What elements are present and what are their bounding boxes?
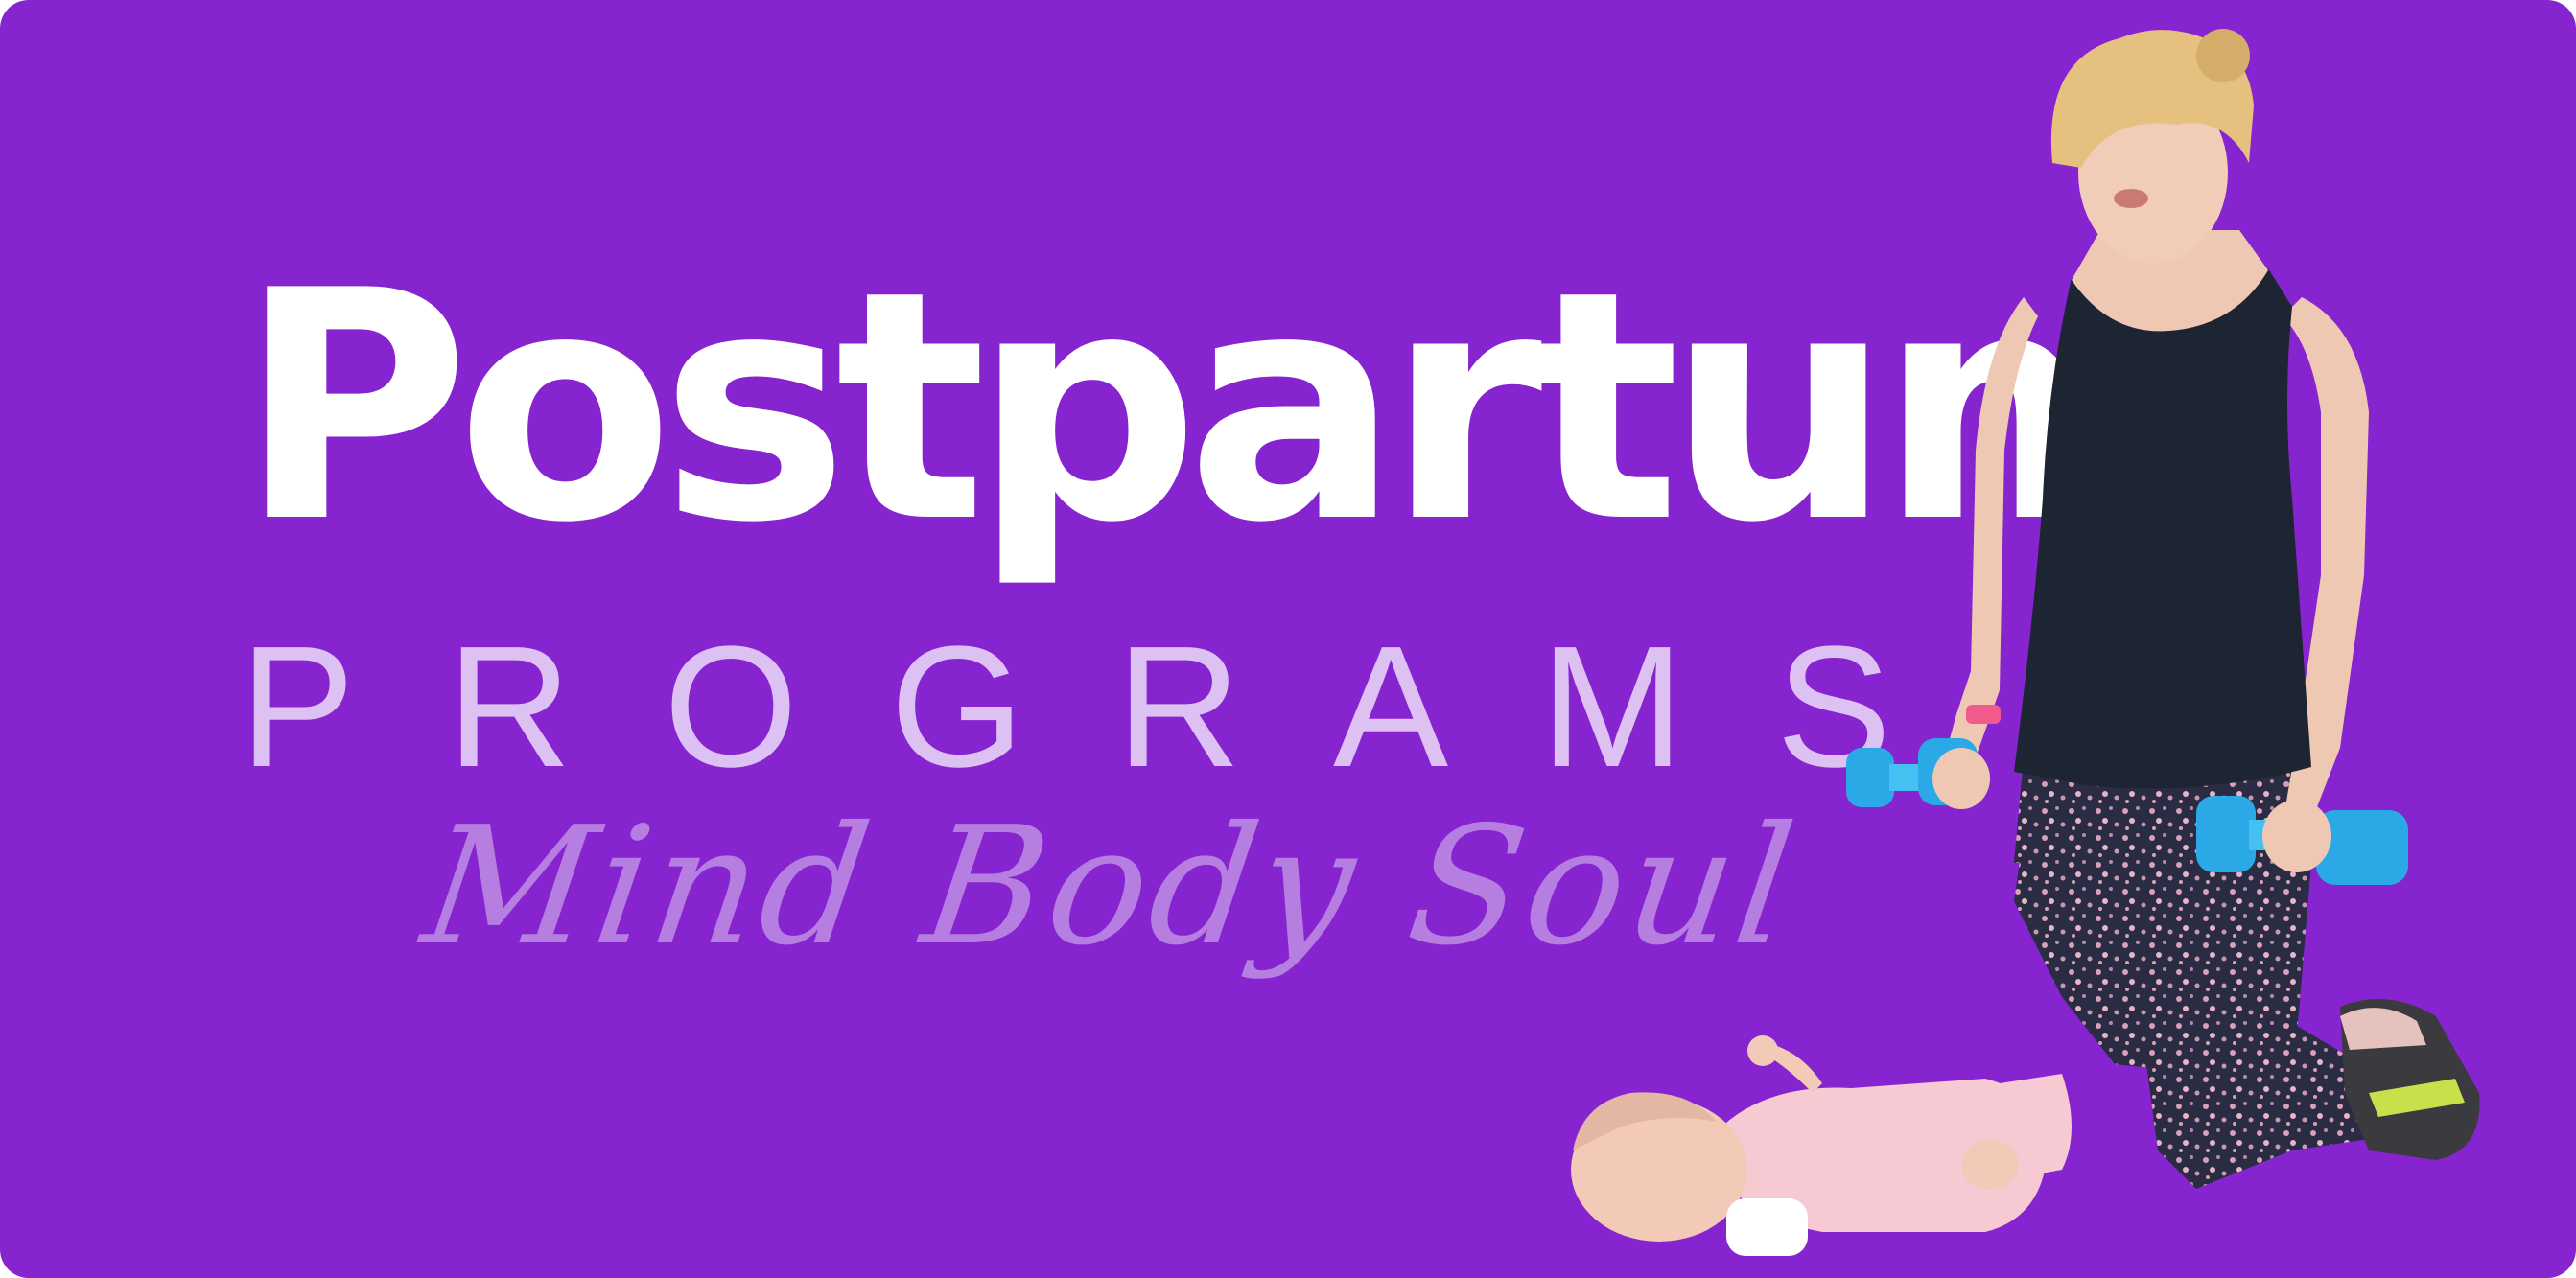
baby-figure (1571, 1035, 2072, 1256)
postpartum-programs-banner: Postpartum PROGRAMS Mind Body Soul (0, 0, 2576, 1278)
woman-figure (1942, 29, 2480, 1189)
mother-and-baby-workout-illustration: 5 (1571, 29, 2480, 1256)
